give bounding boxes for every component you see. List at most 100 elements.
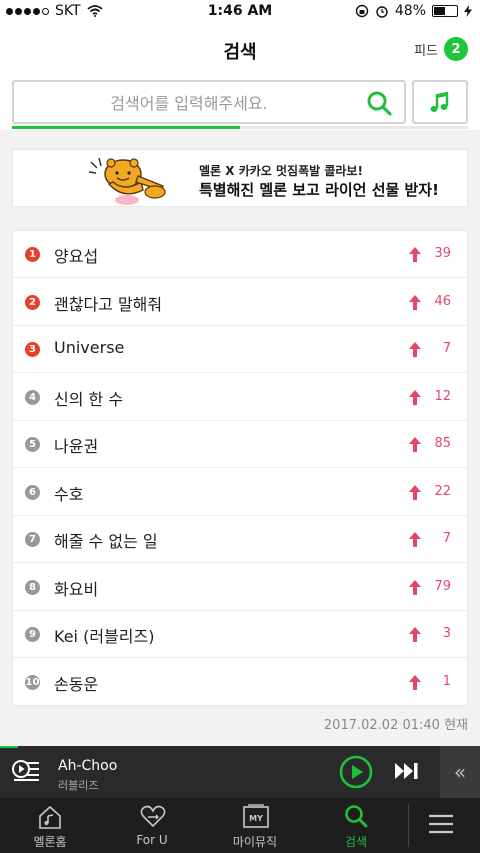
- trend-up-icon: [409, 674, 421, 690]
- rank-badge: 1: [25, 247, 40, 262]
- search-icon: [345, 805, 368, 828]
- tab-for-u[interactable]: For U: [112, 798, 192, 853]
- tab-label: 멜론홈: [33, 835, 67, 849]
- rank-badge: 8: [25, 579, 40, 595]
- active-tab-indicator: [12, 126, 240, 129]
- banner-line1: 멜론 X 카카오 멋짐폭발 콜라보!: [199, 164, 363, 178]
- svg-text:MY: MY: [249, 814, 263, 823]
- rank-badge: 2: [25, 294, 40, 310]
- rank-change: 22: [434, 483, 451, 499]
- search-keyword: 신의 한 수: [54, 389, 124, 409]
- bottom-tab-bar: 멜론홈 For U MY 마이뮤직 검색: [0, 798, 480, 853]
- trend-up-icon: [409, 532, 421, 547]
- next-track-icon[interactable]: [394, 762, 420, 780]
- for-u-icon: [140, 805, 166, 828]
- trend-up-icon: [409, 484, 421, 500]
- feed-count-badge: 2: [444, 37, 468, 61]
- rank-change: 39: [434, 246, 451, 261]
- rank-change: 79: [434, 578, 451, 594]
- tab-my-music[interactable]: MY 마이뮤직: [215, 798, 295, 853]
- search-keyword: 양요섭: [54, 247, 99, 266]
- tab-search[interactable]: 검색: [316, 798, 396, 853]
- search-keyword: Universe: [54, 338, 125, 357]
- rank-badge: 9: [25, 627, 40, 642]
- mini-player: Ah-Choo 러블리즈 «: [0, 746, 480, 798]
- feed-button[interactable]: 피드 2: [414, 37, 468, 61]
- chart-row[interactable]: 1 양요섭 39: [13, 231, 467, 278]
- tab-label: 마이뮤직: [232, 835, 278, 849]
- app-header: 검색 피드 2: [0, 24, 480, 76]
- my-music-icon: MY: [243, 804, 269, 828]
- chart-row[interactable]: 7 해줄 수 없는 일 7: [13, 516, 467, 563]
- search-keyword: 화요비: [54, 579, 99, 599]
- chart-row[interactable]: 8 화요비 79: [13, 564, 467, 611]
- tab-divider: [408, 804, 409, 847]
- realtime-search-chart: 1 양요섭 39 2 괜찮다고 말해줘 46 3 Universe 7 4 신의 한 수 12 5 나윤권…: [12, 230, 468, 706]
- chart-row[interactable]: 2 괜찮다고 말해줘 46: [13, 279, 467, 326]
- search-input[interactable]: [24, 90, 354, 116]
- page-title: 검색: [223, 42, 257, 63]
- now-playing-artist: 러블리즈: [58, 779, 99, 792]
- rank-badge: 6: [25, 484, 40, 500]
- search-icon[interactable]: [366, 90, 392, 116]
- chart-row[interactable]: 3 Universe 7: [13, 326, 467, 373]
- search-keyword: 수호: [54, 484, 84, 504]
- trend-up-icon: [409, 437, 421, 452]
- rank-change: 3: [442, 626, 451, 641]
- chart-row[interactable]: 4 신의 한 수 12: [13, 374, 467, 421]
- search-keyword: 나윤권: [54, 437, 99, 456]
- rank-change: 85: [434, 436, 451, 451]
- battery-percent: 48%: [394, 3, 426, 19]
- rank-change: 7: [442, 531, 451, 546]
- play-icon[interactable]: [339, 755, 373, 789]
- chart-row[interactable]: 5 나윤권 85: [13, 421, 467, 468]
- rank-change: 1: [442, 673, 451, 689]
- banner-line2: 특별해진 멜론 보고 라이언 선물 받자!: [199, 181, 439, 199]
- status-bar: SKT 1:46 AM 48%: [0, 0, 480, 24]
- rank-badge: 10: [25, 674, 40, 690]
- rank-change: 7: [442, 341, 451, 356]
- search-keyword: 괜찮다고 말해줘: [54, 294, 163, 314]
- rank-badge: 5: [25, 437, 40, 452]
- charging-icon: [464, 5, 472, 17]
- search-keyword: 해줄 수 없는 일: [54, 532, 158, 551]
- chart-row[interactable]: 6 수호 22: [13, 469, 467, 516]
- chart-row[interactable]: 10 손동운 1: [13, 659, 467, 706]
- rank-badge: 4: [25, 389, 40, 405]
- tab-melon-home[interactable]: 멜론홈: [10, 798, 90, 853]
- search-row: [0, 80, 480, 128]
- search-keyword: Kei (러블리즈): [54, 627, 155, 646]
- melon-home-icon: [39, 805, 61, 829]
- alarm-icon: [376, 6, 388, 18]
- chart-timestamp: 2017.02.02 01:40 현재: [323, 718, 468, 733]
- search-keyword: 손동운: [54, 674, 99, 694]
- collapse-player-icon[interactable]: «: [440, 746, 480, 798]
- playback-progress: [0, 746, 18, 748]
- trend-up-icon: [409, 342, 421, 357]
- hamburger-menu-icon[interactable]: [428, 813, 454, 835]
- battery-icon: [432, 5, 458, 17]
- rank-badge: 7: [25, 532, 40, 547]
- music-recognition-button[interactable]: [412, 80, 468, 124]
- rank-badge: 3: [25, 342, 40, 357]
- trend-up-icon: [409, 627, 421, 642]
- trend-up-icon: [409, 294, 421, 310]
- tab-label: 검색: [344, 835, 368, 849]
- chart-row[interactable]: 9 Kei (러블리즈) 3: [13, 611, 467, 658]
- trend-up-icon: [409, 579, 421, 595]
- search-box: [12, 80, 406, 124]
- trend-up-icon: [409, 247, 421, 262]
- ryan-mascot-icon: [88, 157, 166, 205]
- now-playing-title[interactable]: Ah-Choo: [58, 758, 117, 774]
- tab-label: For U: [136, 833, 168, 847]
- trend-up-icon: [409, 389, 421, 405]
- search-tab-indicator: [12, 126, 468, 129]
- status-right: 48%: [355, 3, 472, 19]
- rank-change: 12: [434, 388, 451, 404]
- promo-banner[interactable]: 멜론 X 카카오 멋짐폭발 콜라보! 특별해진 멜론 보고 라이언 선물 받자!: [12, 149, 468, 207]
- rank-change: 46: [434, 293, 451, 309]
- playlist-icon[interactable]: [12, 759, 40, 783]
- feed-label: 피드: [414, 43, 438, 59]
- music-note-icon: [430, 92, 449, 112]
- rotation-lock-icon: [355, 4, 369, 18]
